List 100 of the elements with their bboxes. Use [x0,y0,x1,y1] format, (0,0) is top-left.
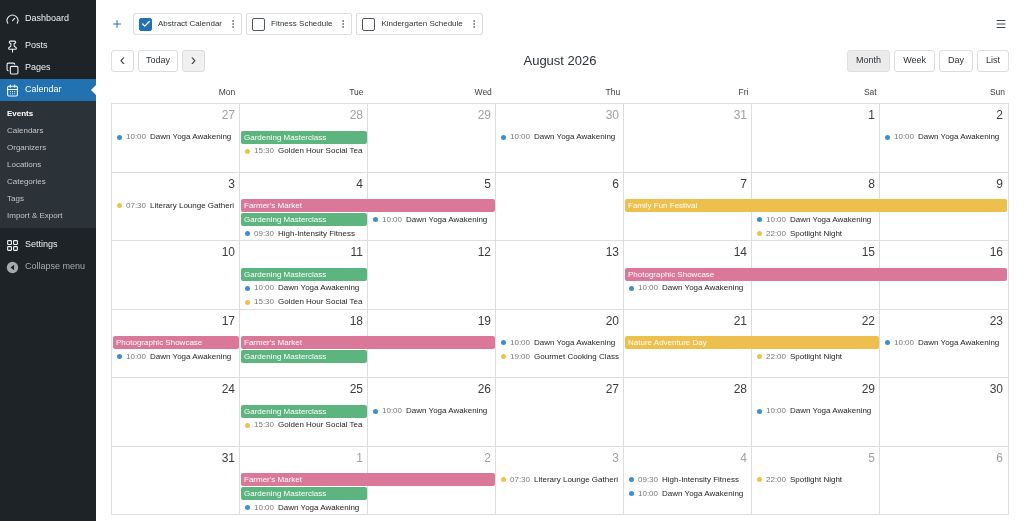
submenu-item[interactable]: Tags [0,190,96,207]
day-number[interactable]: 22 [861,312,875,329]
event-time[interactable]: 10:00 [126,350,147,363]
add-icon[interactable] [111,18,123,30]
day-number[interactable]: 23 [989,312,1003,329]
event-time[interactable]: 09:30 [254,227,275,240]
submenu-item[interactable]: Organizers [0,139,96,156]
event-title[interactable]: Dawn Yoga Awakening [790,405,872,417]
day-number[interactable]: 7 [740,175,747,192]
checkbox[interactable] [139,17,152,31]
sidebar-item[interactable]: Settings [0,234,96,256]
sidebar-item[interactable]: Pages [0,57,96,79]
event-title[interactable]: Dawn Yoga Awakening [534,336,616,349]
previous-button[interactable]: ‹ [111,50,134,72]
day-number[interactable]: 16 [989,244,1003,260]
event-title[interactable]: Dawn Yoga Awakening [406,405,488,417]
event-title[interactable]: Golden Hour Social Tea [278,145,363,157]
sidebar-item[interactable]: Calendar [0,79,96,101]
calendar-chip[interactable]: Kindergarten Schedule [356,13,483,35]
event-time[interactable]: 10:00 [510,336,531,349]
submenu-item[interactable]: Import & Export [0,207,96,224]
event-time[interactable]: 10:00 [638,487,659,500]
day-number[interactable]: 18 [349,312,363,329]
event-title[interactable]: Dawn Yoga Awakening [790,213,872,226]
sidebar-item[interactable]: Posts [0,35,96,57]
view-tab[interactable]: Day [938,50,973,72]
day-number[interactable]: 24 [221,381,235,397]
day-number[interactable]: 3 [228,175,235,192]
event-time[interactable]: 10:00 [638,282,659,294]
event-time[interactable]: 10:00 [126,131,147,143]
event-title[interactable]: Dawn Yoga Awakening [406,213,488,226]
today-button[interactable]: Today [138,50,179,72]
event-title[interactable]: Spotlight Night [790,350,843,363]
event-time[interactable]: 10:00 [510,131,531,143]
day-number[interactable]: 26 [477,381,491,397]
event-time[interactable]: 07:30 [126,199,147,212]
event-time[interactable]: 10:00 [766,405,787,417]
day-number[interactable]: 14 [733,244,747,260]
day-number[interactable]: 9 [996,175,1003,192]
view-tab[interactable]: Month [847,50,891,72]
submenu-item[interactable]: Locations [0,156,96,173]
event-title[interactable]: Dawn Yoga Awakening [150,350,232,363]
event-time[interactable]: 15:30 [254,145,275,157]
event-title[interactable]: Dawn Yoga Awakening [278,501,360,514]
calendar-chip[interactable]: Abstract Calendar [133,13,243,35]
event-time[interactable]: 22:00 [766,227,787,240]
sidebar-item[interactable]: Collapse menu [0,256,96,278]
day-number[interactable]: 20 [605,312,619,329]
event-title[interactable]: Spotlight Night [790,227,843,240]
event-time[interactable]: 22:00 [766,350,787,363]
day-number[interactable]: 29 [861,381,875,397]
day-number[interactable]: 1 [868,107,875,123]
event-title[interactable]: Dawn Yoga Awakening [150,131,232,143]
day-number[interactable]: 25 [349,381,363,397]
submenu-item[interactable]: Calendars [0,122,96,139]
day-number[interactable]: 2 [996,107,1003,123]
event-title[interactable]: High-Intensity Fitness [278,227,355,240]
event-title[interactable]: Golden Hour Social Tea [278,419,363,431]
event-time[interactable]: 10:00 [766,213,787,226]
event-time[interactable]: 10:00 [894,336,915,349]
view-tab[interactable]: List [977,50,1009,72]
day-number[interactable]: 28 [733,381,747,397]
day-number[interactable]: 4 [356,175,363,192]
event-title[interactable]: Dawn Yoga Awakening [534,131,616,143]
event-time[interactable]: 15:30 [254,419,275,431]
day-number[interactable]: 8 [868,175,875,192]
view-tab[interactable]: Week [894,50,935,72]
day-number[interactable]: 19 [477,312,491,329]
event-title[interactable]: Literary Lounge Gatheri [150,199,235,212]
day-number[interactable]: 31 [221,449,235,466]
event-title[interactable]: Dawn Yoga Awakening [918,336,1000,349]
day-number[interactable]: 11 [350,244,363,260]
day-number[interactable]: 15 [861,244,875,260]
calendar-chip[interactable]: Fitness Schedule [246,13,353,35]
event-time[interactable]: 10:00 [382,213,403,226]
event-title[interactable]: Dawn Yoga Awakening [662,282,744,294]
day-number[interactable]: 6 [612,175,619,192]
menu-icon[interactable] [995,18,1007,30]
event-time[interactable]: 07:30 [510,473,531,486]
event-time[interactable]: 10:00 [894,131,915,143]
event-title[interactable]: Dawn Yoga Awakening [662,487,744,500]
event-title[interactable]: Dawn Yoga Awakening [278,282,360,294]
event-title[interactable]: High-Intensity Fitness [662,473,739,486]
day-number[interactable]: 21 [733,312,747,329]
event-title[interactable]: Dawn Yoga Awakening [918,131,1000,143]
event-time[interactable]: 10:00 [382,405,403,417]
event-time[interactable]: 10:00 [254,501,275,514]
day-number[interactable]: 10 [221,244,235,260]
event-time[interactable]: 10:00 [254,282,275,294]
day-number[interactable]: 13 [605,244,619,260]
checkbox[interactable] [252,17,266,31]
event-time[interactable]: 15:30 [254,296,275,308]
event-title[interactable]: Golden Hour Social Tea [278,296,363,308]
day-number[interactable]: 30 [989,381,1003,397]
day-number[interactable]: 27 [605,381,619,397]
sidebar-item[interactable]: Dashboard [0,8,96,30]
event-title[interactable]: Gourmet Cooking Class [534,350,619,363]
event-time[interactable]: 19:00 [510,350,531,363]
event-time[interactable]: 22:00 [766,473,787,486]
submenu-item[interactable]: Events [0,105,96,122]
